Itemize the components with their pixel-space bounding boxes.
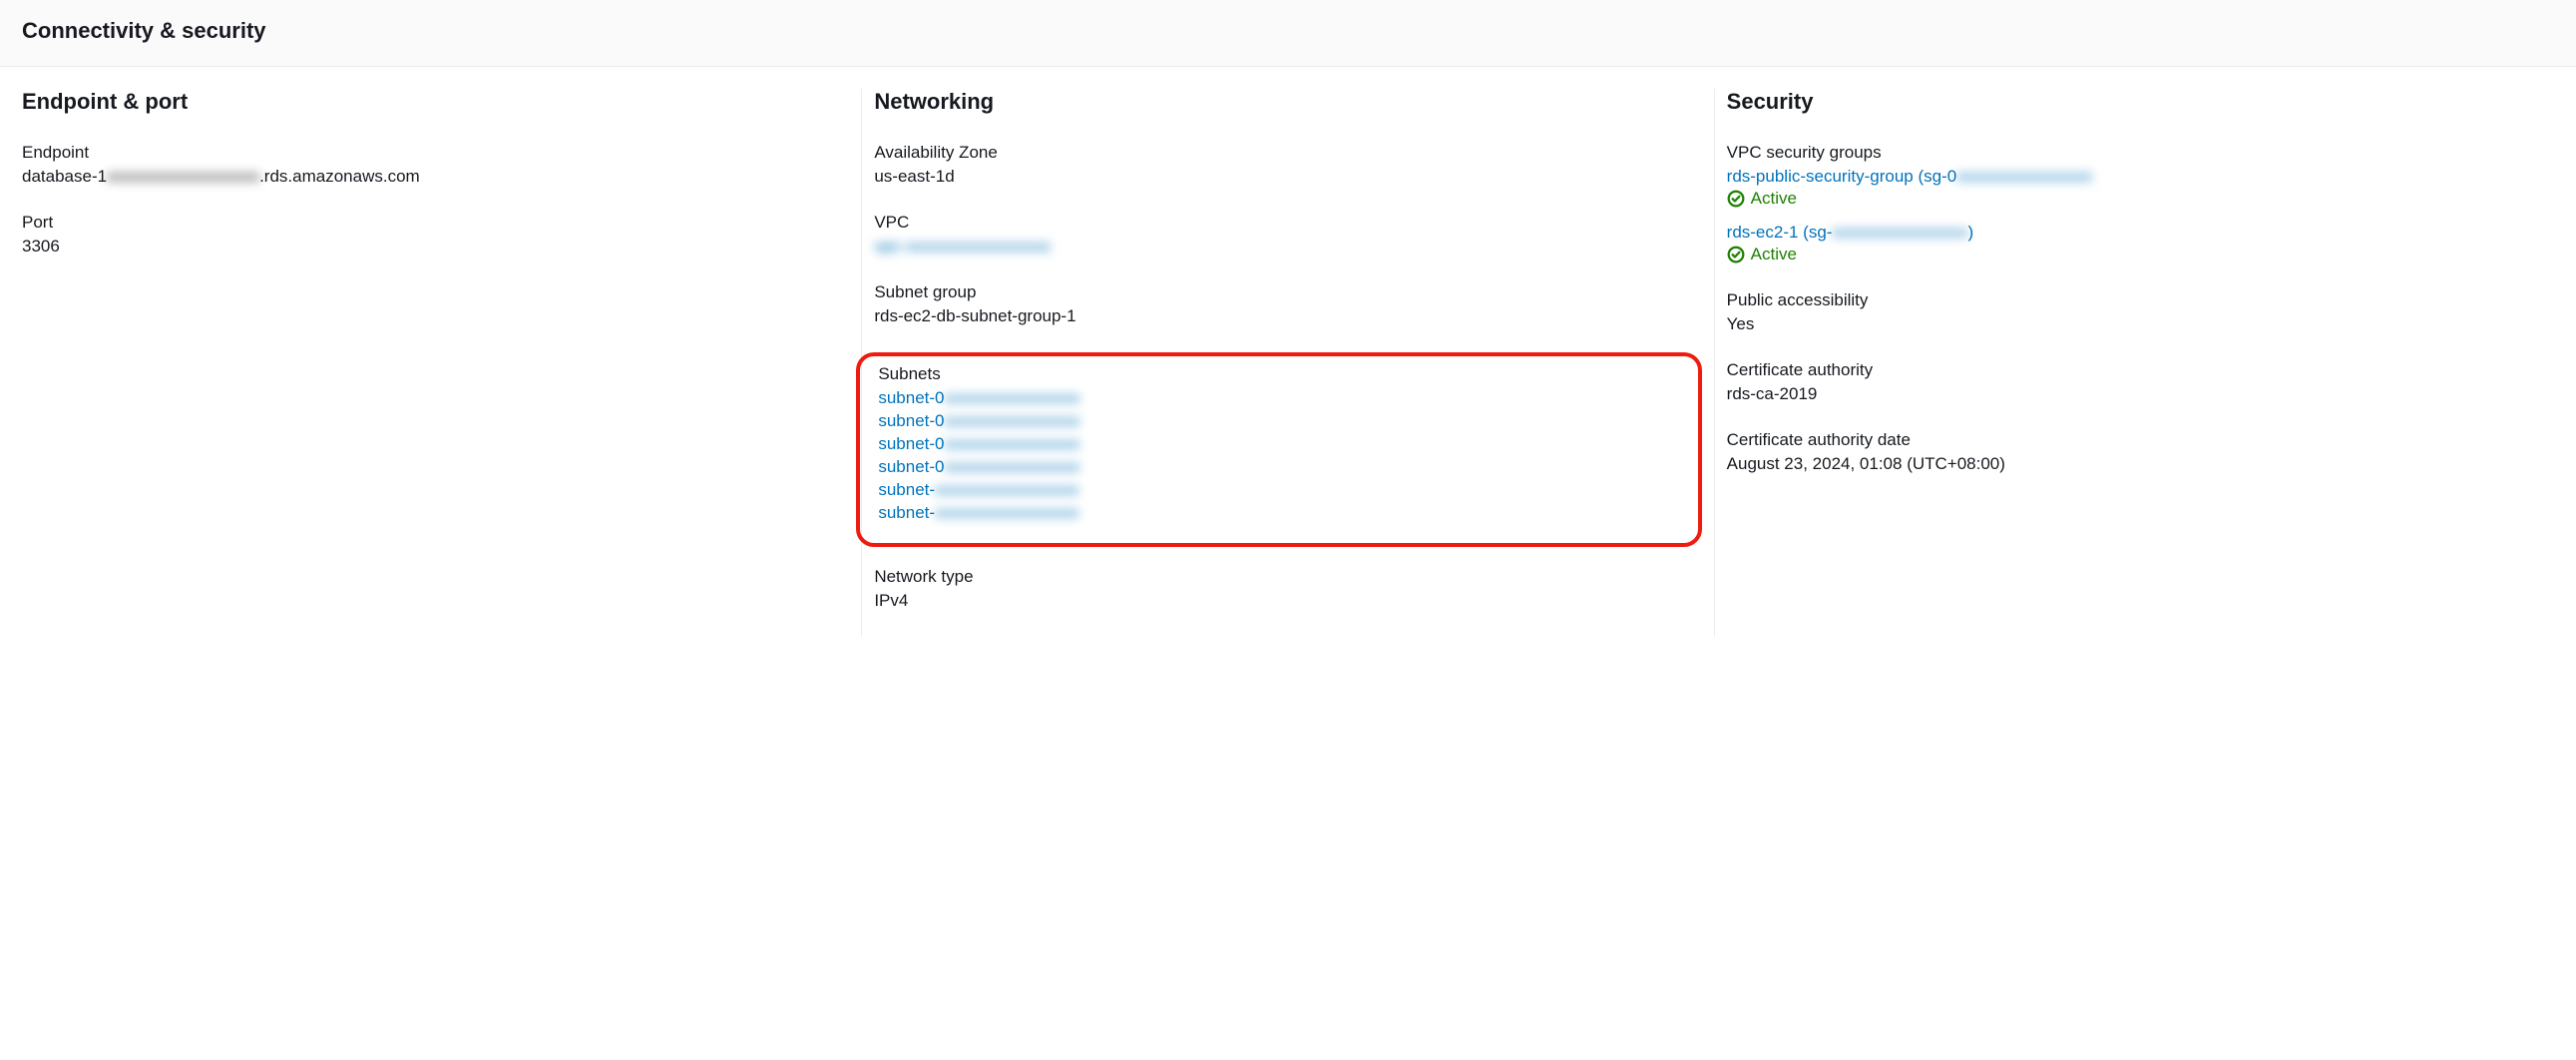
network-type-label: Network type (874, 567, 1701, 587)
endpoint-label: Endpoint (22, 143, 849, 163)
security-group-link[interactable]: rds-ec2-1 (sg-xxxxxxxxxxxxxxxx) (1727, 223, 2554, 243)
field-subnets: Subnets subnet-0xxxxxxxxxxxxxxxx subnet-… (878, 364, 1681, 523)
subnet-prefix: subnet- (878, 503, 935, 523)
details-columns: Endpoint & port Endpoint database-1xxxxx… (0, 67, 2576, 677)
sg-blurred: xxxxxxxxxxxxxxxx (1956, 167, 2092, 187)
subnet-group-value: rds-ec2-db-subnet-group-1 (874, 306, 1701, 326)
field-endpoint: Endpoint database-1xxxxxxxxxxxxxxxxxx.rd… (22, 143, 849, 187)
subnet-prefix: subnet-0 (878, 411, 944, 431)
port-value: 3306 (22, 237, 849, 257)
sg-status-text: Active (1751, 189, 1797, 209)
subnet-prefix: subnet-0 (878, 457, 944, 477)
field-certificate-authority-date: Certificate authority date August 23, 20… (1727, 430, 2554, 474)
vpc-value: vpc-xxxxxxxxxxxxxxxxx (874, 237, 1701, 257)
ca-value: rds-ca-2019 (1727, 384, 2554, 404)
endpoint-suffix: .rds.amazonaws.com (259, 167, 420, 186)
network-type-value: IPv4 (874, 591, 1701, 611)
field-subnet-group: Subnet group rds-ec2-db-subnet-group-1 (874, 282, 1701, 326)
az-value: us-east-1d (874, 167, 1701, 187)
subnet-link[interactable]: subnet-0xxxxxxxxxxxxxxxx (878, 388, 1681, 408)
field-certificate-authority: Certificate authority rds-ca-2019 (1727, 360, 2554, 404)
subnets-annotation: Subnets subnet-0xxxxxxxxxxxxxxxx subnet-… (856, 352, 1701, 547)
subnet-group-label: Subnet group (874, 282, 1701, 302)
sg-status: Active (1727, 189, 2554, 209)
sg-name-prefix: rds-ec2-1 (sg- (1727, 223, 1833, 243)
field-vpc: VPC vpc-xxxxxxxxxxxxxxxxx (874, 213, 1701, 257)
subnet-link[interactable]: subnet-0xxxxxxxxxxxxxxxx (878, 434, 1681, 454)
ca-date-label: Certificate authority date (1727, 430, 2554, 450)
column-security: Security VPC security groups rds-public-… (1714, 89, 2566, 637)
security-heading: Security (1727, 89, 2554, 115)
subnet-link[interactable]: subnet-xxxxxxxxxxxxxxxxx (878, 480, 1681, 500)
check-circle-icon (1727, 190, 1745, 208)
sg-blurred: xxxxxxxxxxxxxxxx (1832, 223, 1967, 243)
subnet-blurred: xxxxxxxxxxxxxxxxx (935, 480, 1079, 500)
endpoint-prefix: database-1 (22, 167, 107, 186)
subnet-link[interactable]: subnet-0xxxxxxxxxxxxxxxx (878, 457, 1681, 477)
sg-status-text: Active (1751, 245, 1797, 265)
ca-label: Certificate authority (1727, 360, 2554, 380)
port-label: Port (22, 213, 849, 233)
field-network-type: Network type IPv4 (874, 567, 1701, 611)
subnet-prefix: subnet-0 (878, 388, 944, 408)
networking-heading: Networking (874, 89, 1701, 115)
vpc-link-blurred[interactable]: vpc-xxxxxxxxxxxxxxxxx (874, 237, 1051, 257)
panel-header: Connectivity & security (0, 0, 2576, 67)
subnet-prefix: subnet-0 (878, 434, 944, 454)
sg-suffix: ) (1967, 223, 1973, 243)
endpoint-blurred: xxxxxxxxxxxxxxxxxx (107, 167, 259, 186)
column-endpoint-port: Endpoint & port Endpoint database-1xxxxx… (10, 89, 861, 637)
subnet-link[interactable]: subnet-xxxxxxxxxxxxxxxxx (878, 503, 1681, 523)
ca-date-value: August 23, 2024, 01:08 (UTC+08:00) (1727, 454, 2554, 474)
field-public-accessibility: Public accessibility Yes (1727, 290, 2554, 334)
az-label: Availability Zone (874, 143, 1701, 163)
panel-title: Connectivity & security (22, 18, 2554, 44)
field-vpc-security-groups: VPC security groups rds-public-security-… (1727, 143, 2554, 265)
subnet-blurred: xxxxxxxxxxxxxxxx (945, 457, 1080, 477)
subnet-blurred: xxxxxxxxxxxxxxxx (945, 434, 1080, 454)
subnet-prefix: subnet- (878, 480, 935, 500)
public-accessibility-value: Yes (1727, 314, 2554, 334)
subnet-list: subnet-0xxxxxxxxxxxxxxxx subnet-0xxxxxxx… (878, 388, 1681, 523)
column-networking: Networking Availability Zone us-east-1d … (861, 89, 1713, 637)
vpc-sg-label: VPC security groups (1727, 143, 2554, 163)
endpoint-port-heading: Endpoint & port (22, 89, 849, 115)
check-circle-icon (1727, 246, 1745, 264)
vpc-label: VPC (874, 213, 1701, 233)
sg-status: Active (1727, 245, 2554, 265)
subnet-blurred: xxxxxxxxxxxxxxxx (945, 411, 1080, 431)
subnet-link[interactable]: subnet-0xxxxxxxxxxxxxxxx (878, 411, 1681, 431)
field-port: Port 3306 (22, 213, 849, 257)
sg-name-prefix: rds-public-security-group (sg-0 (1727, 167, 1957, 187)
field-availability-zone: Availability Zone us-east-1d (874, 143, 1701, 187)
security-group-link[interactable]: rds-public-security-group (sg-0xxxxxxxxx… (1727, 167, 2554, 187)
endpoint-value: database-1xxxxxxxxxxxxxxxxxx.rds.amazona… (22, 167, 849, 187)
subnets-label: Subnets (878, 364, 1681, 384)
public-accessibility-label: Public accessibility (1727, 290, 2554, 310)
subnet-blurred: xxxxxxxxxxxxxxxxx (935, 503, 1079, 523)
subnet-blurred: xxxxxxxxxxxxxxxx (945, 388, 1080, 408)
